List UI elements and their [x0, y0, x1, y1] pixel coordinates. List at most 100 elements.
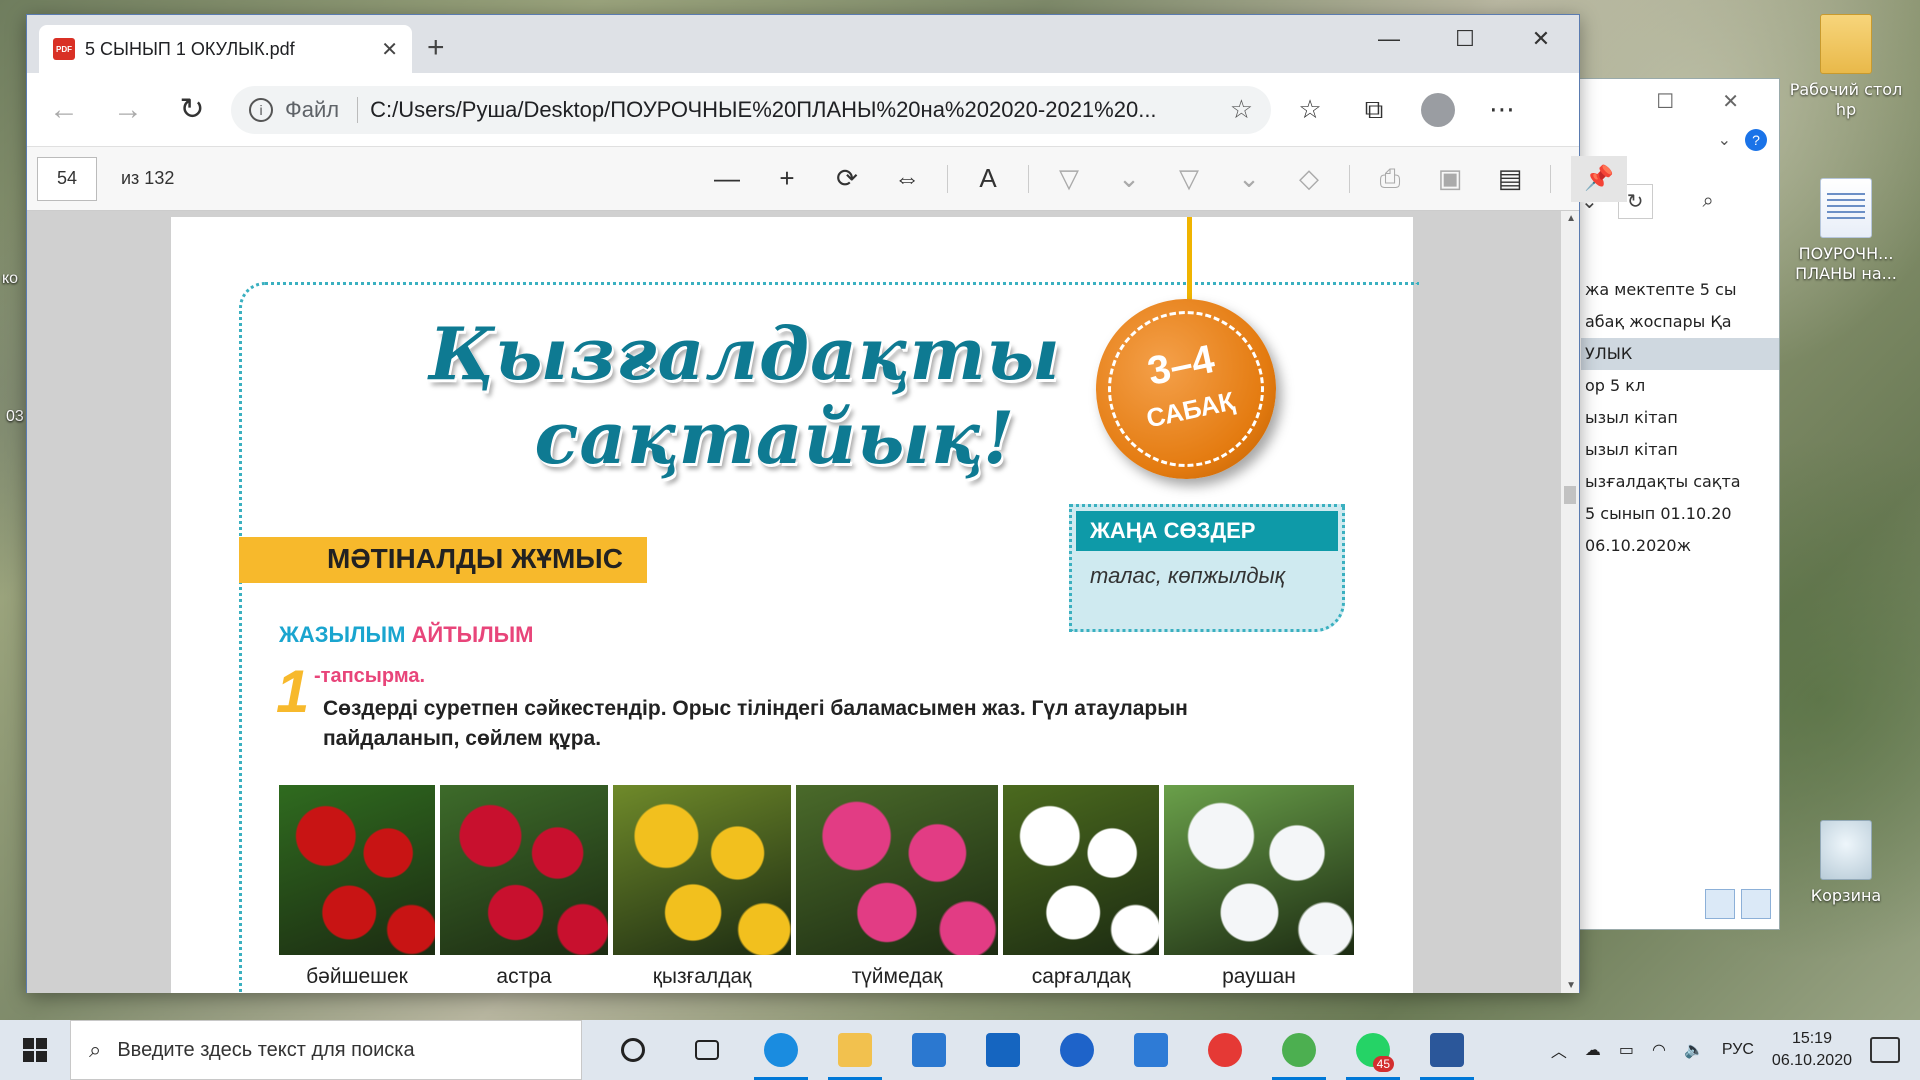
clock[interactable]: 15:19 06.10.2020	[1772, 1028, 1852, 1072]
new-tab-icon[interactable]: +	[427, 31, 445, 65]
list-item[interactable]: 06.10.2020ж	[1581, 530, 1779, 562]
task-view-icon[interactable]	[670, 1020, 744, 1080]
details-view-icon[interactable]	[1705, 889, 1735, 919]
pin-toolbar-icon[interactable]: 📌	[1571, 155, 1627, 202]
maximize-icon[interactable]: ☐	[1427, 15, 1503, 63]
large-icons-view-icon[interactable]	[1741, 889, 1771, 919]
yandex-icon[interactable]	[1188, 1020, 1262, 1080]
favorites-icon[interactable]: ☆	[1285, 85, 1335, 135]
zoom-out-icon[interactable]: —	[707, 159, 747, 199]
notifications-icon[interactable]	[1870, 1037, 1900, 1063]
desktop-edge-text-2: 03	[6, 408, 24, 425]
tablet-icon[interactable]	[966, 1020, 1040, 1080]
more-icon[interactable]: ⋯	[1477, 85, 1527, 135]
chevron-down-icon[interactable]: ⌄	[1109, 159, 1149, 199]
flower-caption: раушан	[1222, 965, 1296, 988]
forward-icon[interactable]: →	[103, 85, 153, 135]
chrome-icon[interactable]	[1262, 1020, 1336, 1080]
url-scheme-label: Файл	[285, 96, 359, 123]
word-icon[interactable]	[1410, 1020, 1484, 1080]
vertical-scrollbar[interactable]: ▲ ▼	[1561, 211, 1579, 993]
list-item[interactable]: ор 5 кл	[1581, 370, 1779, 402]
profile-button[interactable]	[1413, 85, 1463, 135]
badge-string	[1187, 217, 1192, 312]
desktop-edge-text-1: ко	[2, 270, 19, 287]
desktop-icon-label: ПОУРОЧН... ПЛАНЫ на...	[1795, 244, 1897, 283]
whatsapp-icon[interactable]: 45	[1336, 1020, 1410, 1080]
mail-icon-glyph	[912, 1033, 946, 1067]
save-as-icon[interactable]: ▤	[1490, 159, 1530, 199]
start-button[interactable]	[0, 1020, 70, 1080]
zoom-in-icon[interactable]: +	[767, 159, 807, 199]
refresh-icon[interactable]: ↻	[167, 85, 217, 135]
close-window-icon[interactable]: ✕	[1503, 15, 1579, 63]
highlight-icon[interactable]: ▽	[1169, 159, 1209, 199]
flower-card: бәйшешек	[279, 785, 435, 988]
tab-strip: PDF 5 СЫНЫП 1 ОКУЛЫК.pdf ✕ + — ☐ ✕	[27, 15, 1579, 73]
info-icon[interactable]: i	[249, 97, 273, 122]
minimize-icon[interactable]: —	[1351, 15, 1427, 63]
yandex-icon-glyph	[1208, 1033, 1242, 1067]
cortana-icon[interactable]	[596, 1020, 670, 1080]
back-icon[interactable]: ←	[39, 85, 89, 135]
flower-card: қызғалдақ	[613, 785, 791, 988]
favorite-star-icon[interactable]: ☆	[1230, 94, 1253, 125]
rotate-icon[interactable]: ⟳	[827, 159, 867, 199]
onedrive-icon[interactable]: ☁	[1585, 1040, 1601, 1060]
list-item[interactable]: ызғалдақты сақта	[1581, 466, 1779, 498]
wifi-icon[interactable]: ◠	[1652, 1040, 1666, 1060]
fit-width-icon[interactable]: ⇔	[887, 159, 927, 199]
volume-icon[interactable]: 🔈	[1684, 1040, 1704, 1060]
file-explorer-icon[interactable]	[818, 1020, 892, 1080]
skill-writing: ЖАЗЫЛЫМ	[279, 622, 406, 647]
scrollbar-thumb[interactable]	[1564, 486, 1576, 504]
tab-pdf[interactable]: PDF 5 СЫНЫП 1 ОКУЛЫК.pdf ✕	[39, 25, 412, 73]
scroll-down-icon[interactable]: ▼	[1566, 980, 1576, 991]
section-header: МӘТІНАЛДЫ ЖҰМЫС	[239, 537, 647, 583]
help-icon[interactable]: ?	[1745, 129, 1767, 151]
list-item[interactable]: ызыл кітап	[1581, 402, 1779, 434]
close-icon[interactable]: ✕	[1722, 89, 1739, 114]
desktop-icon-hp[interactable]: Рабочий стол hp	[1786, 14, 1906, 120]
list-item[interactable]: ызыл кітап	[1581, 434, 1779, 466]
word-doc-icon	[1820, 178, 1872, 238]
url-text[interactable]: C:/Users/Руша/Desktop/ПОУРОЧНЫЕ%20ПЛАНЫ%…	[370, 97, 1218, 123]
desktop-icon-plans[interactable]: ПОУРОЧН... ПЛАНЫ на...	[1786, 178, 1906, 284]
close-tab-icon[interactable]: ✕	[381, 37, 398, 62]
clock-time: 15:19	[1791, 1030, 1832, 1047]
list-item[interactable]: жа мектепте 5 сы	[1581, 274, 1779, 306]
u-app-icon-glyph	[1060, 1033, 1094, 1067]
chevron-down-icon[interactable]: ⌄	[1718, 130, 1731, 150]
save-icon[interactable]: ▣	[1430, 159, 1470, 199]
search-icon[interactable]: ⌕	[1703, 190, 1714, 213]
flower-card: сарғалдақ	[1003, 785, 1159, 988]
mail-icon[interactable]	[892, 1020, 966, 1080]
taskbar-search[interactable]: ⌕ Введите здесь текст для поиска	[70, 1020, 582, 1080]
read-aloud-icon[interactable]: A	[968, 159, 1008, 199]
page-number-input[interactable]: 54	[37, 156, 97, 201]
battery-icon[interactable]: ▭	[1619, 1040, 1634, 1060]
tab-title: 5 СЫНЫП 1 ОКУЛЫК.pdf	[85, 38, 295, 59]
list-item[interactable]: абақ жоспары Қа	[1581, 306, 1779, 338]
u-app-icon[interactable]	[1040, 1020, 1114, 1080]
scroll-up-icon[interactable]: ▲	[1566, 213, 1576, 224]
omnibox[interactable]: i Файл C:/Users/Руша/Desktop/ПОУРОЧНЫЕ%2…	[231, 85, 1271, 134]
desktop-icon-recycle-bin[interactable]: Корзина	[1786, 820, 1906, 906]
eraser-icon[interactable]: ◇	[1289, 159, 1329, 199]
print-icon[interactable]: ⎙	[1370, 159, 1410, 199]
collections-icon[interactable]: ⧉	[1349, 85, 1399, 135]
edge-icon[interactable]	[744, 1020, 818, 1080]
list-item[interactable]: 5 сынып 01.10.20	[1581, 498, 1779, 530]
desktop-icon-label: Корзина	[1810, 886, 1882, 905]
pdf-tool-group: — + ⟳ ⇔ A ▽ ⌄ ▽ ⌄ ◇ ⎙ ▣ ▤ 📌	[707, 155, 1627, 202]
pdf-viewer[interactable]: Қызғалдақты сақтайық! 3–4 САБАҚ МӘТІНАЛД…	[27, 211, 1579, 993]
maximize-icon[interactable]: ☐	[1656, 89, 1674, 114]
chevron-down-icon[interactable]: ⌄	[1229, 159, 1269, 199]
chevron-up-icon[interactable]: ︿	[1551, 1038, 1567, 1062]
taskbar-apps: 45	[596, 1020, 1484, 1080]
lesson-title-line2: сақтайық!	[534, 395, 1016, 480]
list-item-selected[interactable]: УЛЫК	[1581, 338, 1779, 370]
language-indicator[interactable]: РУС	[1722, 1041, 1754, 1059]
store-icon[interactable]	[1114, 1020, 1188, 1080]
draw-icon[interactable]: ▽	[1049, 159, 1089, 199]
